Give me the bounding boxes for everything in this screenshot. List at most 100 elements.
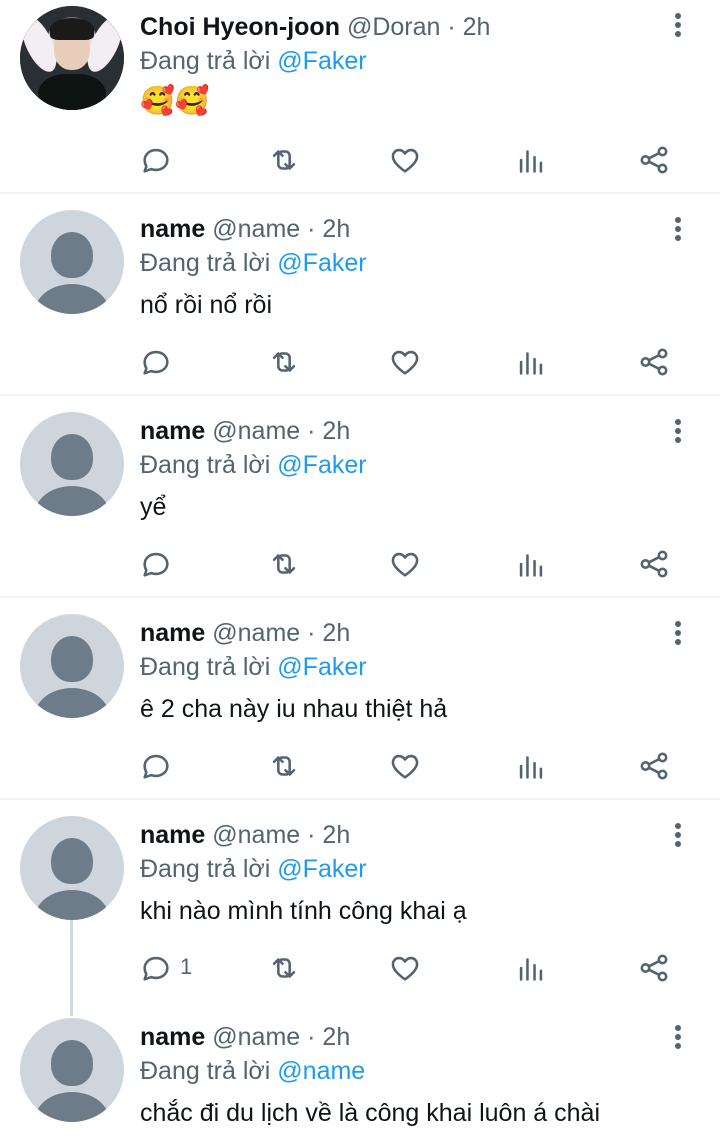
tweet-header: name @name · 2h xyxy=(140,214,350,244)
retweet-icon[interactable] xyxy=(264,746,304,786)
replying-to: Đang trả lời @Faker xyxy=(140,652,367,682)
reply-icon[interactable] xyxy=(136,140,176,180)
tweet[interactable]: name @name · 2h Đang trả lời @name chắc … xyxy=(0,1002,720,1145)
tweet-header: name @name · 2h xyxy=(140,416,350,446)
timestamp[interactable]: 2h xyxy=(463,13,491,41)
more-icon[interactable] xyxy=(668,214,688,244)
display-name[interactable]: name xyxy=(140,215,205,243)
avatar[interactable] xyxy=(20,1018,124,1122)
replying-prefix: Đang trả lời xyxy=(140,653,271,681)
separator-dot: · xyxy=(447,13,456,41)
timestamp[interactable]: 2h xyxy=(322,1023,350,1051)
action-bar xyxy=(0,140,720,180)
more-icon[interactable] xyxy=(668,618,688,648)
handle[interactable]: @Doran xyxy=(347,13,440,41)
tweet[interactable]: Choi Hyeon-joon @Doran · 2h Đang trả lời… xyxy=(0,0,720,192)
reply-icon[interactable] xyxy=(136,948,176,988)
action-bar xyxy=(0,342,720,382)
more-icon[interactable] xyxy=(668,416,688,446)
separator-dot: · xyxy=(307,821,316,849)
tweet-header: Choi Hyeon-joon @Doran · 2h xyxy=(140,12,490,42)
share-icon[interactable] xyxy=(634,342,674,382)
replying-prefix: Đang trả lời xyxy=(140,1057,271,1085)
handle[interactable]: @name xyxy=(212,821,300,849)
tweet-text: 🥰🥰 xyxy=(140,85,210,116)
action-bar xyxy=(0,544,720,584)
retweet-icon[interactable] xyxy=(264,544,304,584)
avatar[interactable] xyxy=(20,6,124,110)
action-bar: 1 xyxy=(0,948,720,988)
replying-prefix: Đang trả lời xyxy=(140,451,271,479)
mention-link[interactable]: @name xyxy=(277,1057,365,1085)
separator-dot: · xyxy=(307,1023,316,1051)
display-name[interactable]: Choi Hyeon-joon xyxy=(140,13,340,41)
mention-link[interactable]: @Faker xyxy=(277,47,366,75)
more-icon[interactable] xyxy=(668,10,688,40)
tweet-text: chắc đi du lịch về là công khai luôn á c… xyxy=(140,1099,601,1127)
replying-to: Đang trả lời @name xyxy=(140,1056,365,1086)
handle[interactable]: @name xyxy=(212,215,300,243)
mention-link[interactable]: @Faker xyxy=(277,653,366,681)
tweet-text: khi nào mình tính công khai ạ xyxy=(140,897,467,925)
reply-icon[interactable] xyxy=(136,342,176,382)
separator-dot: · xyxy=(307,417,316,445)
mention-link[interactable]: @Faker xyxy=(277,451,366,479)
mention-link[interactable]: @Faker xyxy=(277,855,366,883)
share-icon[interactable] xyxy=(634,140,674,180)
analytics-icon[interactable] xyxy=(511,140,551,180)
reply-icon[interactable] xyxy=(136,746,176,786)
tweet-header: name @name · 2h xyxy=(140,1022,350,1052)
action-bar xyxy=(0,746,720,786)
handle[interactable]: @name xyxy=(212,619,300,647)
display-name[interactable]: name xyxy=(140,821,205,849)
reply-count: 1 xyxy=(180,954,193,979)
tweet[interactable]: name @name · 2h Đang trả lời @Faker khi … xyxy=(0,800,720,1012)
share-icon[interactable] xyxy=(634,544,674,584)
timestamp[interactable]: 2h xyxy=(322,417,350,445)
replying-to: Đang trả lời @Faker xyxy=(140,46,367,76)
replying-to: Đang trả lời @Faker xyxy=(140,248,367,278)
heart-icon[interactable] xyxy=(385,544,425,584)
share-icon[interactable] xyxy=(634,948,674,988)
more-icon[interactable] xyxy=(668,820,688,850)
reply-icon[interactable] xyxy=(136,544,176,584)
replying-prefix: Đang trả lời xyxy=(140,47,271,75)
more-icon[interactable] xyxy=(668,1022,688,1052)
heart-icon[interactable] xyxy=(385,948,425,988)
display-name[interactable]: name xyxy=(140,619,205,647)
tweet[interactable]: name @name · 2h Đang trả lời @Faker yể xyxy=(0,396,720,596)
tweet[interactable]: name @name · 2h Đang trả lời @Faker ê 2 … xyxy=(0,598,720,798)
analytics-icon[interactable] xyxy=(511,746,551,786)
timestamp[interactable]: 2h xyxy=(322,215,350,243)
tweet-header: name @name · 2h xyxy=(140,618,350,648)
separator-dot: · xyxy=(307,619,316,647)
share-icon[interactable] xyxy=(634,746,674,786)
handle[interactable]: @name xyxy=(212,417,300,445)
display-name[interactable]: name xyxy=(140,417,205,445)
tweet[interactable]: name @name · 2h Đang trả lời @Faker nổ r… xyxy=(0,194,720,394)
replying-prefix: Đang trả lời xyxy=(140,249,271,277)
analytics-icon[interactable] xyxy=(511,342,551,382)
avatar[interactable] xyxy=(20,614,124,718)
avatar[interactable] xyxy=(20,816,124,920)
handle[interactable]: @name xyxy=(212,1023,300,1051)
timestamp[interactable]: 2h xyxy=(322,619,350,647)
tweet-text: nổ rồi nổ rồi xyxy=(140,291,273,319)
heart-icon[interactable] xyxy=(385,140,425,180)
replying-to: Đang trả lời @Faker xyxy=(140,854,367,884)
retweet-icon[interactable] xyxy=(264,342,304,382)
heart-icon[interactable] xyxy=(385,746,425,786)
separator-dot: · xyxy=(307,215,316,243)
analytics-icon[interactable] xyxy=(511,544,551,584)
retweet-icon[interactable] xyxy=(264,948,304,988)
replying-to: Đang trả lời @Faker xyxy=(140,450,367,480)
analytics-icon[interactable] xyxy=(511,948,551,988)
display-name[interactable]: name xyxy=(140,1023,205,1051)
avatar[interactable] xyxy=(20,412,124,516)
tweet-text: yể xyxy=(140,493,167,521)
heart-icon[interactable] xyxy=(385,342,425,382)
avatar[interactable] xyxy=(20,210,124,314)
timestamp[interactable]: 2h xyxy=(322,821,350,849)
retweet-icon[interactable] xyxy=(264,140,304,180)
mention-link[interactable]: @Faker xyxy=(277,249,366,277)
